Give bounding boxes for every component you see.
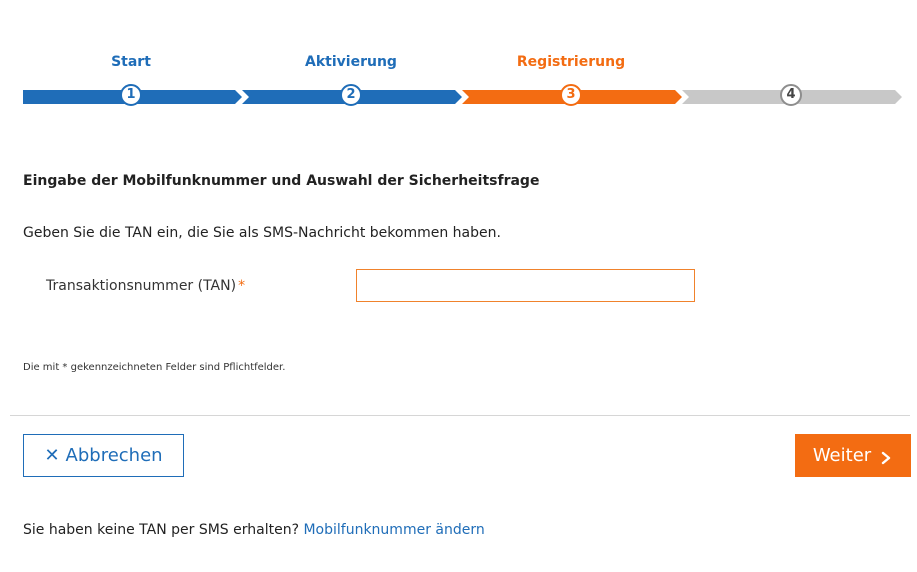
step-label-start: Start	[111, 54, 151, 70]
chevron-right-icon	[879, 449, 893, 464]
progress-bar	[23, 90, 903, 104]
step-number-4: 4	[780, 84, 802, 106]
cancel-button-label: Abbrechen	[65, 445, 163, 466]
change-mobile-number-link[interactable]: Mobilfunknummer ändern	[303, 522, 484, 538]
close-icon: ✕	[44, 444, 60, 466]
required-asterisk: *	[238, 278, 246, 294]
footer-question: Sie haben keine TAN per SMS erhalten?	[23, 522, 300, 538]
progress-stepper: Start Aktivierung Registrierung 1 2 3 4	[23, 50, 903, 120]
divider	[10, 415, 910, 416]
tan-label: Transaktionsnummer (TAN) *	[46, 278, 245, 294]
step-number-2: 2	[340, 84, 362, 106]
footer-text: Sie haben keine TAN per SMS erhalten? Mo…	[23, 522, 485, 538]
cancel-button[interactable]: ✕ Abbrechen	[23, 434, 184, 477]
next-button[interactable]: Weiter	[795, 434, 911, 477]
required-fields-note: Die mit * gekennzeichneten Felder sind P…	[23, 362, 286, 373]
progress-bar-graphic	[23, 90, 902, 104]
step-label-aktivierung: Aktivierung	[305, 54, 397, 70]
section-title: Eingabe der Mobilfunknummer und Auswahl …	[23, 173, 540, 189]
registration-page: Start Aktivierung Registrierung 1 2 3 4 …	[0, 0, 917, 572]
instruction-text: Geben Sie die TAN ein, die Sie als SMS-N…	[23, 225, 501, 241]
step-number-1: 1	[120, 84, 142, 106]
tan-input[interactable]	[356, 269, 695, 302]
step-number-3: 3	[560, 84, 582, 106]
next-button-label: Weiter	[812, 445, 872, 466]
tan-label-text: Transaktionsnummer (TAN)	[46, 278, 237, 294]
step-label-registrierung: Registrierung	[516, 54, 626, 70]
